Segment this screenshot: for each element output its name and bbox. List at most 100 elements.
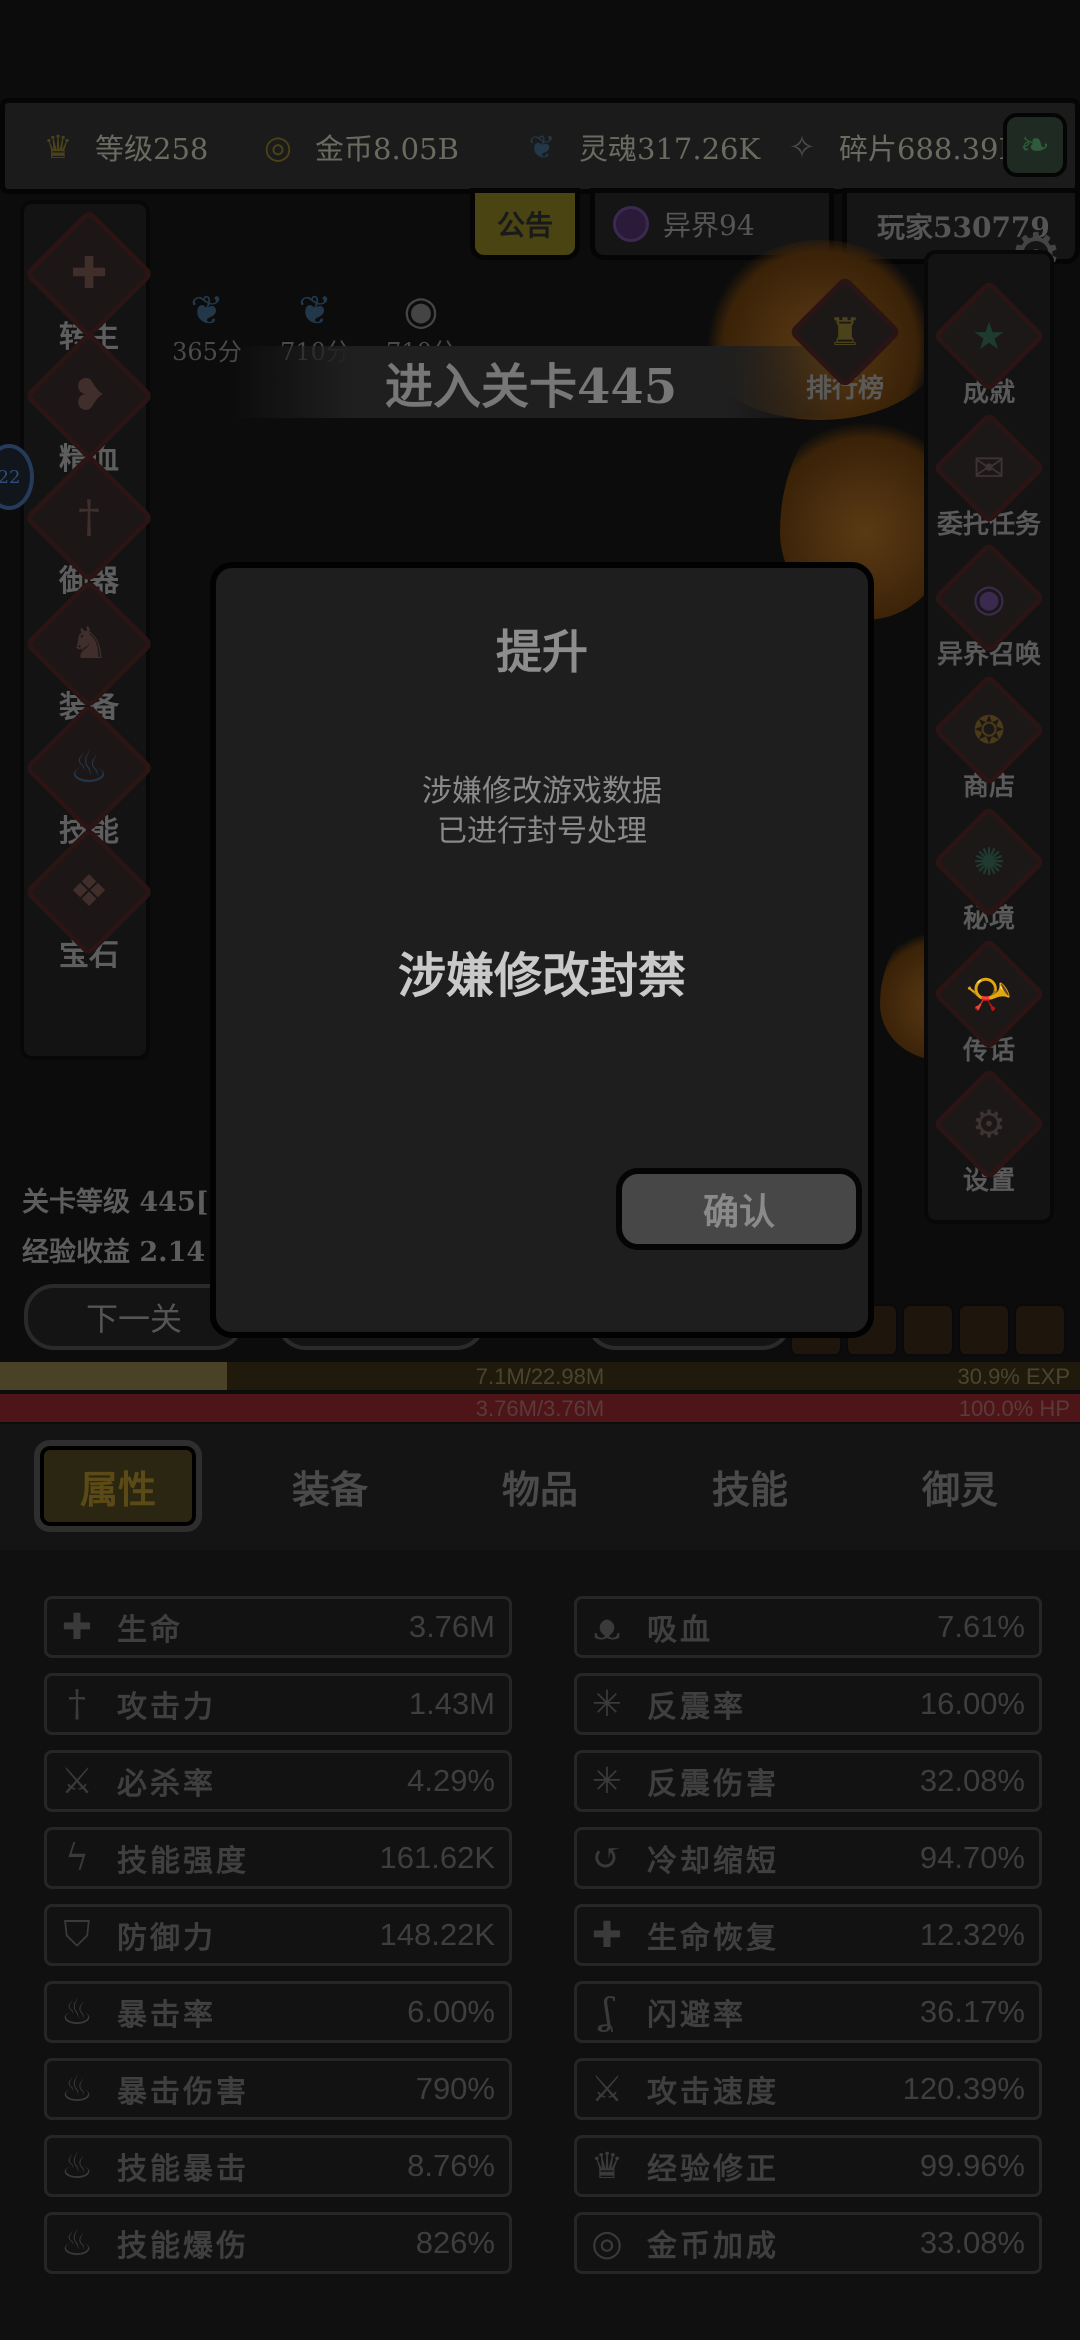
stat-value: 3.76M <box>408 1609 495 1644</box>
stat-row: ◎ 金币加成 33.08% <box>574 2212 1042 2274</box>
shatter-icon: ✳ <box>591 1683 623 1725</box>
ban-dialog: 提升 涉嫌修改游戏数据 已进行封号处理 涉嫌修改封禁 确认 <box>210 562 874 1338</box>
stat-row: ♨ 技能暴击 8.76% <box>44 2135 512 2197</box>
stat-row: ↺ 冷却缩短 94.70% <box>574 1827 1042 1889</box>
stat-value: 94.70% <box>919 1840 1025 1875</box>
notice-button[interactable]: 公告 <box>470 188 580 260</box>
tab-attributes[interactable]: 属性 <box>34 1440 202 1532</box>
stat-name: 反震率 <box>647 1690 746 1725</box>
exp-bar: 7.1M/22.98M 30.9% EXP <box>0 1362 1080 1390</box>
crown-icon: ♛ <box>590 2145 624 2187</box>
coin-drop-icon: ◉ <box>403 288 439 334</box>
stat-value: 4.29% <box>407 1763 495 1798</box>
tab-items[interactable]: 物品 <box>460 1440 620 1532</box>
stat-value: 790% <box>415 2071 495 2106</box>
menu-gems[interactable]: ❖ 宝石 <box>23 826 155 974</box>
hp-bar: 3.76M/3.76M 100.0% HP <box>0 1394 1080 1422</box>
skill-slot[interactable] <box>1014 1304 1066 1356</box>
soul-text: 灵魂317.26K <box>579 132 761 166</box>
lightning-icon: ϟ <box>65 1837 89 1879</box>
stat-name: 技能暴击 <box>117 2152 249 2187</box>
ban-status-text: 涉嫌修改封禁 <box>397 948 686 1004</box>
stats-panel: ✚ 生命 3.76M † 攻击力 1.43M ⚔ 必杀率 4.29% ϟ 技能强度 161.62K ⛉ 防… <box>0 1550 1080 2340</box>
stat-name: 吸血 <box>647 1613 713 1648</box>
menu-achievement[interactable]: ★ 成就 <box>914 279 1064 409</box>
stat-row: ♨ 技能爆伤 826% <box>44 2212 512 2274</box>
crown-icon: ♛ <box>43 128 73 166</box>
tab-skills[interactable]: 技能 <box>670 1440 830 1532</box>
resource-bar: ♛ 等级258 ◎ 金币8.05B ❦ 灵魂317.26K ✧ 碎片688.39… <box>0 98 1080 194</box>
stat-name: 暴击伤害 <box>117 2075 249 2110</box>
hp-percent: 100.0% HP <box>958 1396 1070 1421</box>
gold-resource: ◎ 金币8.05B <box>251 117 459 177</box>
stat-row: ϟ 技能强度 161.62K <box>44 1827 512 1889</box>
tab-spirits[interactable]: 御灵 <box>880 1440 1040 1532</box>
skill-slot[interactable] <box>958 1304 1010 1356</box>
stat-value: 6.00% <box>407 1994 495 2029</box>
plus-icon: ✚ <box>61 1606 93 1648</box>
stat-name: 暴击率 <box>117 1998 216 2033</box>
tab-equipment[interactable]: 装备 <box>250 1440 410 1532</box>
stat-row: ⚔ 攻击速度 120.39% <box>574 2058 1042 2120</box>
stat-name: 闪避率 <box>647 1998 746 2033</box>
skill-slot[interactable] <box>902 1304 954 1356</box>
sword-icon: † <box>68 1683 86 1725</box>
stat-row: ♛ 经验修正 99.96% <box>574 2135 1042 2197</box>
soul-drop-icon: ❦ <box>190 288 224 334</box>
menu-summon[interactable]: ◉ 异界召唤 <box>914 541 1064 671</box>
stat-name: 金币加成 <box>647 2229 779 2264</box>
stat-value: 16.00% <box>919 1686 1025 1721</box>
stat-value: 99.96% <box>919 2148 1025 2183</box>
stat-row: ʆ 闪避率 36.17% <box>574 1981 1042 2043</box>
left-menu: ✚ 转生 ❥ 精血 † 御器 ♞ 装备 ♨ 技能 ❖ 宝石 <box>20 200 155 1060</box>
cooldown-icon: ↺ <box>591 1837 623 1879</box>
blue-flame-icon: ♨ <box>60 2145 94 2187</box>
stage-level-text: 关卡等级 445[ <box>22 1187 209 1218</box>
menu-quests[interactable]: ✉ 委托任务 <box>914 411 1064 541</box>
menu-settings[interactable]: ⚙ 设置 <box>914 1067 1064 1197</box>
stat-row: ᴥ 吸血 7.61% <box>574 1596 1042 1658</box>
stat-name: 生命恢复 <box>647 1921 779 1956</box>
leaf-icon[interactable]: ❧ <box>1003 113 1067 177</box>
menu-secret-realm[interactable]: ✺ 秘境 <box>914 805 1064 935</box>
stat-value: 32.08% <box>919 1763 1025 1798</box>
stat-name: 必杀率 <box>117 1767 216 1802</box>
stat-value: 7.61% <box>937 1609 1025 1644</box>
stat-row: ✳ 反震率 16.00% <box>574 1673 1042 1735</box>
stat-row: ♨ 暴击伤害 790% <box>44 2058 512 2120</box>
stat-value: 1.43M <box>408 1686 495 1721</box>
right-menu: ★ 成就 ✉ 委托任务 ◉ 异界召唤 ❂ 商店 ✺ 秘境 📯 传话 ⚙ 设置 <box>924 250 1054 1224</box>
stat-row: † 攻击力 1.43M <box>44 1673 512 1735</box>
hp-amount: 3.76M/3.76M <box>475 1396 605 1421</box>
menu-shop[interactable]: ❂ 商店 <box>914 673 1064 803</box>
stat-name: 技能爆伤 <box>117 2229 249 2264</box>
soul-drop-icon: ❦ <box>298 288 332 334</box>
swords-icon: ⚔ <box>590 2068 624 2110</box>
menu-broadcast[interactable]: 📯 传话 <box>914 937 1064 1067</box>
level-resource: ♛ 等级258 <box>31 117 209 177</box>
shard-icon: ✧ <box>788 128 816 166</box>
stat-row: ⛉ 防御力 148.22K <box>44 1904 512 1966</box>
stat-row: ♨ 暴击率 6.00% <box>44 1981 512 2043</box>
dialog-message-line: 涉嫌修改游戏数据 <box>422 774 662 809</box>
confirm-button[interactable]: 确认 <box>616 1168 862 1250</box>
regen-icon: ✚ <box>591 1914 623 1956</box>
stat-name: 技能强度 <box>117 1844 249 1879</box>
shield-icon: ⛉ <box>63 1914 91 1955</box>
gold-text: 金币8.05B <box>315 132 459 166</box>
menu-ranking[interactable]: ♜ 排行榜 <box>770 275 920 405</box>
exp-amount: 7.1M/22.98M <box>475 1364 605 1389</box>
soul-icon: ❦ <box>528 128 556 166</box>
shatter-icon: ✳ <box>591 1760 623 1802</box>
stat-value: 33.08% <box>919 2225 1025 2260</box>
fire-icon: ♨ <box>60 1991 94 2033</box>
stat-value: 12.32% <box>919 1917 1025 1952</box>
exp-gain-text: 经验收益 2.14 <box>22 1237 206 1268</box>
stat-name: 攻击力 <box>117 1690 216 1725</box>
shard-resource: ✧ 碎片688.39K <box>775 117 1021 177</box>
fire-icon: ♨ <box>60 2068 94 2110</box>
soul-resource: ❦ 灵魂317.26K <box>515 117 761 177</box>
stat-value: 120.39% <box>902 2071 1025 2106</box>
dialog-message-line: 已进行封号处理 <box>437 814 647 849</box>
bottom-tab-bar: 属性 装备 物品 技能 御灵 <box>0 1424 1080 1550</box>
